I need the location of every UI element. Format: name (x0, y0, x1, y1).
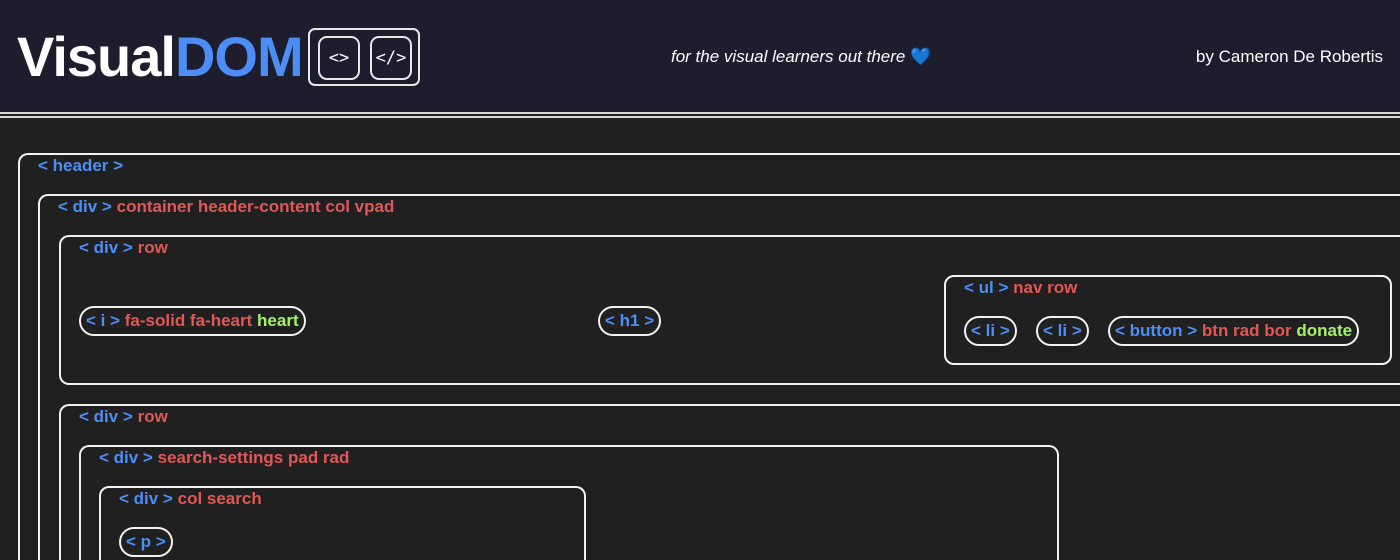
node-button-donate[interactable]: < button > btn rad bor donate (1108, 316, 1360, 346)
node-container-classes: container header-content col vpad (116, 197, 395, 216)
node-search-settings-tag: < div > (99, 448, 153, 467)
author-byline: by Cameron De Robertis (1195, 47, 1383, 66)
node-col-search[interactable]: < div > col search (99, 486, 586, 560)
code-open-tag-icon: <> (318, 36, 360, 80)
app-header: VisualDOM <> </> for the visual learners… (0, 0, 1400, 114)
divider-line (0, 116, 1400, 118)
tagline-text: for the visual learners out there (671, 47, 906, 66)
node-row-2-tag: < div > (79, 407, 133, 426)
code-close-tag-icon: </> (370, 36, 412, 80)
brand-part-visual: Visual (17, 25, 176, 88)
node-search-settings-classes: search-settings pad rad (157, 448, 350, 467)
blue-heart-icon: 💙 (910, 47, 932, 66)
node-ul-label: < ul > nav row (964, 278, 1077, 298)
node-row-2-label: < div > row (79, 407, 168, 427)
node-row-2-classes: row (137, 407, 168, 426)
node-container-label: < div > container header-content col vpa… (58, 197, 394, 217)
node-i-classes: fa-solid fa-heart (124, 311, 253, 330)
node-row-1-classes: row (137, 238, 168, 257)
node-i-tag: < i > (86, 311, 121, 330)
tagline: for the visual learners out there 💙 (671, 47, 931, 67)
node-row-1-tag: < div > (79, 238, 133, 257)
node-i-text: heart (257, 311, 299, 330)
node-button-text: donate (1296, 321, 1353, 340)
node-button-classes: btn rad bor (1201, 321, 1292, 340)
brand-part-dom: DOM (174, 25, 304, 88)
node-row-1-label: < div > row (79, 238, 168, 258)
node-search-settings-label: < div > search-settings pad rad (99, 448, 349, 468)
node-p[interactable]: < p > (119, 527, 173, 557)
node-i-heart[interactable]: < i > fa-solid fa-heart heart (79, 306, 306, 336)
node-header-tag: < header > (38, 156, 124, 175)
node-li-2[interactable]: < li > (1036, 316, 1089, 346)
node-header-label: < header > (38, 156, 123, 176)
node-p-tag: < p > (126, 532, 166, 551)
node-col-search-tag: < div > (119, 489, 173, 508)
node-ul-classes: nav row (1013, 278, 1078, 297)
node-col-search-label: < div > col search (119, 489, 262, 509)
node-li-1-tag: < li > (971, 321, 1010, 340)
node-li-1[interactable]: < li > (964, 316, 1017, 346)
node-h1-tag: < h1 > (605, 311, 655, 330)
node-ul-tag: < ul > (964, 278, 1009, 297)
node-container-tag: < div > (58, 197, 112, 216)
node-button-tag: < button > (1115, 321, 1198, 340)
code-icons-box: <> </> (308, 28, 420, 86)
node-li-2-tag: < li > (1043, 321, 1082, 340)
node-col-search-classes: col search (177, 489, 262, 508)
brand-logo[interactable]: VisualDOM (17, 24, 304, 90)
node-h1[interactable]: < h1 > (598, 306, 662, 336)
